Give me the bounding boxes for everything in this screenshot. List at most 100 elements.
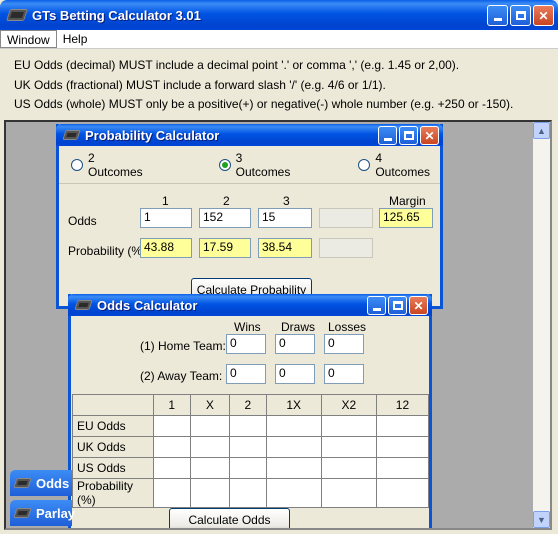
note-uk-odds: UK Odds (fractional) MUST include a forw… (14, 77, 386, 92)
grid-header-2: 2 (229, 394, 267, 416)
grid-cell (189, 415, 231, 437)
table-row: EU Odds (72, 415, 430, 437)
calculate-odds-button[interactable]: Calculate Odds (169, 508, 290, 528)
grid-cell (265, 436, 322, 458)
away-draws-input[interactable]: 0 (275, 364, 315, 384)
odds-input-2[interactable]: 152 (199, 208, 251, 228)
close-icon: ✕ (538, 8, 549, 23)
grid-cell (189, 436, 231, 458)
radio-2-outcomes[interactable]: 2 Outcomes (71, 151, 153, 179)
margin-value: 125.65 (379, 208, 433, 228)
window-icon (13, 508, 32, 518)
odds-calculator-window: Odds Calculator ✕ Wins Draws Losses (1) … (68, 294, 432, 528)
margin-header: Margin (389, 194, 426, 208)
maximize-icon (403, 131, 414, 140)
main-titlebar: GTs Betting Calculator 3.01 ✕ (0, 0, 558, 30)
window-icon (13, 478, 32, 488)
tab-parlay-label: Parlay (36, 505, 76, 521)
radio-3-outcomes[interactable]: 3 Outcomes (218, 151, 301, 179)
close-button[interactable]: ✕ (409, 296, 428, 315)
table-row: UK Odds (72, 436, 430, 458)
minimize-icon (493, 18, 502, 21)
maximize-button[interactable] (388, 296, 407, 315)
grid-cell (189, 457, 231, 479)
grid-cell (320, 436, 377, 458)
grid-cell (265, 415, 322, 437)
probability-output-4 (319, 238, 373, 258)
odds-input-3[interactable]: 15 (258, 208, 312, 228)
vertical-scrollbar[interactable]: ▲ ▼ (533, 122, 550, 528)
away-losses-input[interactable]: 0 (324, 364, 364, 384)
grid-header-x2: X2 (320, 394, 377, 416)
col-header-2: 2 (223, 194, 230, 208)
tab-parlay[interactable]: Parlay (10, 500, 76, 526)
radio-dot-selected (218, 158, 231, 171)
grid-cell (320, 457, 377, 479)
radio-4-outcomes[interactable]: 4 Outcomes (358, 151, 440, 179)
radio-dot (358, 158, 371, 171)
odds-format-notes: EU Odds (decimal) MUST include a decimal… (14, 56, 513, 115)
maximize-button[interactable] (510, 5, 531, 26)
app-icon (6, 9, 28, 21)
tab-odds[interactable]: Odds (10, 470, 72, 496)
maximize-button[interactable] (399, 126, 418, 145)
probability-label: Probability (%) (68, 244, 147, 258)
maximize-icon (392, 301, 403, 310)
probability-output-3: 38.54 (258, 238, 312, 258)
grid-cell (229, 457, 267, 479)
grid-cell (375, 436, 430, 458)
probability-form: 1 2 3 Margin Odds 1 152 15 125.65 Probab… (59, 184, 440, 304)
odds-input-1[interactable]: 1 (140, 208, 192, 228)
odds-input-4 (319, 208, 373, 228)
menu-bar: Window Help (0, 30, 558, 49)
grid-cell (153, 457, 191, 479)
away-wins-input[interactable]: 0 (226, 364, 266, 384)
grid-cell (320, 415, 377, 437)
grid-cell (229, 478, 267, 508)
grid-header-x: X (189, 394, 231, 416)
minimize-button[interactable] (367, 296, 386, 315)
grid-cell (189, 478, 231, 508)
home-wins-input[interactable]: 0 (226, 334, 266, 354)
window-icon (74, 300, 93, 310)
close-button[interactable]: ✕ (420, 126, 439, 145)
grid-cell (153, 415, 191, 437)
col-header-1: 1 (162, 194, 169, 208)
menu-help[interactable]: Help (57, 30, 94, 48)
close-button[interactable]: ✕ (533, 5, 554, 26)
table-row: Probability (%) (72, 478, 430, 508)
home-team-label: (1) Home Team: (140, 339, 226, 353)
grid-cell (229, 415, 267, 437)
home-losses-input[interactable]: 0 (324, 334, 364, 354)
minimize-icon (372, 308, 381, 311)
grid-cell (153, 436, 191, 458)
outcome-selector: 2 Outcomes 3 Outcomes 4 Outcomes (59, 146, 440, 184)
probability-output-2: 17.59 (199, 238, 251, 258)
probability-output-1: 43.88 (140, 238, 192, 258)
chevron-up-icon: ▲ (537, 125, 546, 136)
grid-cell (153, 478, 191, 508)
scroll-down-button[interactable]: ▼ (533, 511, 550, 528)
losses-header: Losses (328, 320, 367, 334)
radio-dot (71, 158, 83, 171)
grid-cell (265, 457, 322, 479)
scroll-up-button[interactable]: ▲ (533, 122, 550, 139)
tab-odds-label: Odds (36, 475, 70, 491)
minimize-button[interactable] (378, 126, 397, 145)
odds-title: Odds Calculator (97, 297, 198, 313)
grid-header-12: 12 (375, 394, 430, 416)
grid-cell (375, 457, 430, 479)
app-title: GTs Betting Calculator 3.01 (32, 7, 201, 23)
probability-calculator-window: Probability Calculator ✕ 2 Outcomes 3 Ou… (56, 124, 443, 309)
odds-label: Odds (68, 214, 97, 228)
odds-form: Wins Draws Losses (1) Home Team: 0 0 0 (… (71, 316, 430, 528)
mdi-workspace: ▲ ▼ Probability Calculator ✕ 2 Outcomes … (4, 120, 552, 530)
row-label-probability: Probability (%) (72, 478, 154, 508)
menu-window[interactable]: Window (0, 30, 57, 48)
away-team-label: (2) Away Team: (140, 369, 223, 383)
minimize-button[interactable] (487, 5, 508, 26)
grid-header-1: 1 (153, 394, 191, 416)
grid-corner (72, 394, 154, 416)
home-draws-input[interactable]: 0 (275, 334, 315, 354)
draws-header: Draws (281, 320, 316, 334)
